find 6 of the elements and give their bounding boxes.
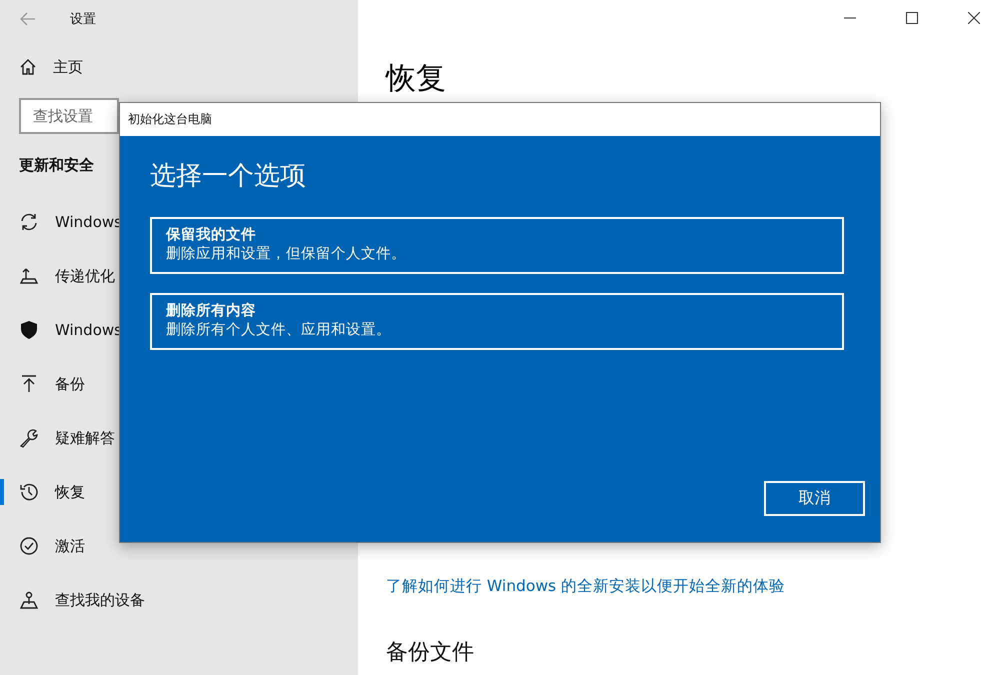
- page-heading: 恢复: [386, 60, 447, 98]
- dialog-heading: 选择一个选项: [150, 160, 307, 193]
- window-title: 设置: [70, 11, 96, 28]
- section-title: 更新和安全: [18, 156, 94, 175]
- dialog-title: 初始化这台电脑: [128, 111, 212, 128]
- section-heading: 备份文件: [386, 639, 475, 667]
